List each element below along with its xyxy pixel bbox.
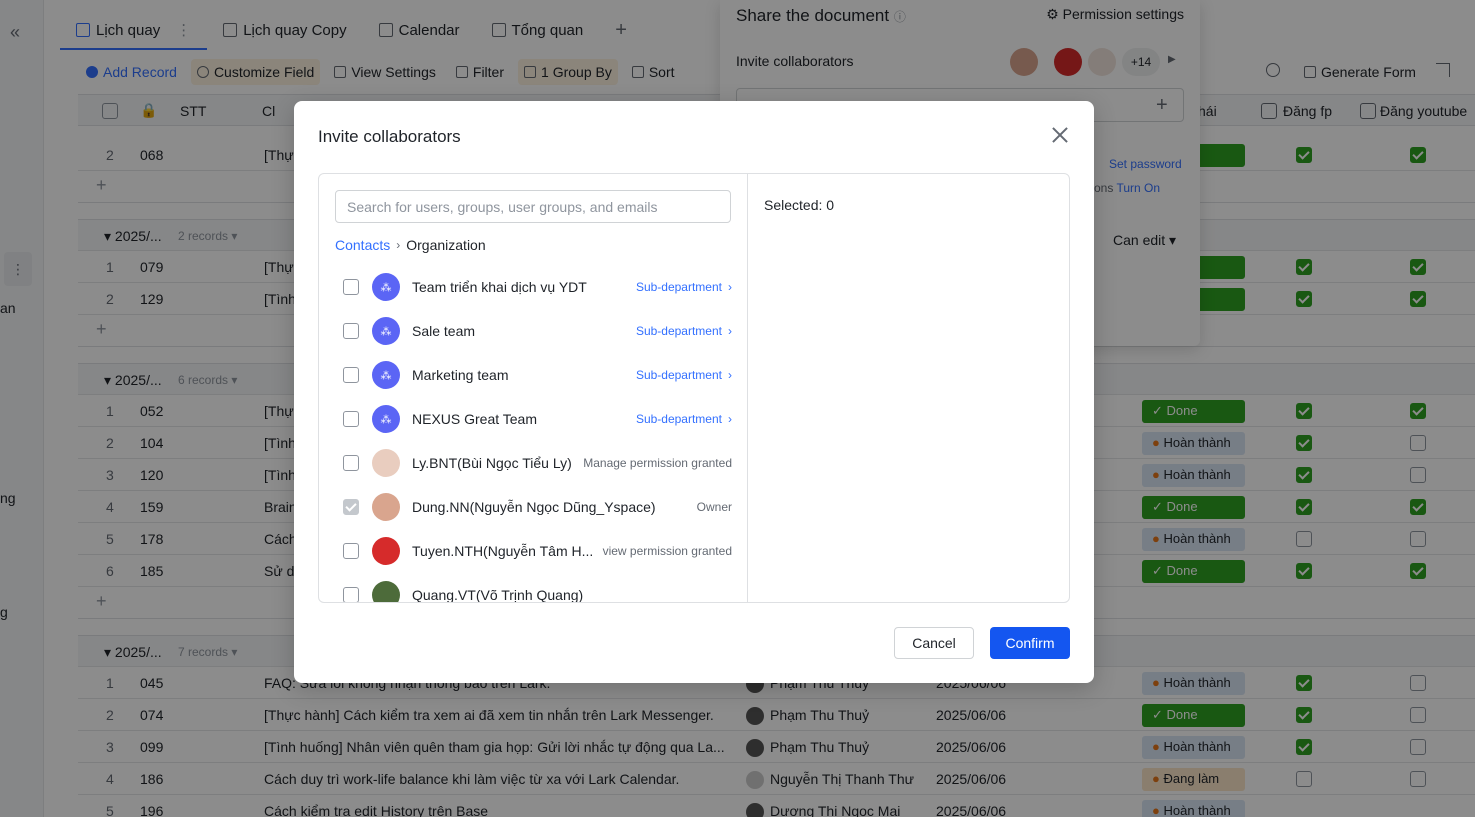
contact-list: Contacts › Organization ⁂ Team triển kha… <box>319 174 748 603</box>
avatar <box>372 449 400 477</box>
item-name: Sale team <box>412 323 476 339</box>
item-checkbox[interactable] <box>343 587 359 602</box>
sub-department-label: Sub-department <box>635 280 722 294</box>
search-input[interactable] <box>335 190 731 223</box>
chevron-right-icon: › <box>728 324 732 338</box>
selected-count: Selected: 0 <box>764 197 835 213</box>
item-checkbox[interactable] <box>343 455 359 471</box>
breadcrumb: Contacts › Organization <box>335 237 486 253</box>
item-checkbox[interactable] <box>343 367 359 383</box>
list-item[interactable]: Ly.BNT(Bùi Ngọc Tiểu Ly) Manage permissi… <box>319 441 748 485</box>
item-name: NEXUS Great Team <box>412 411 538 427</box>
sub-department-link[interactable]: Sub-department › <box>636 368 732 382</box>
sub-department-link[interactable]: Sub-department › <box>636 412 732 426</box>
sub-department-link[interactable]: Sub-department › <box>636 280 732 294</box>
chevron-right-icon: › <box>728 280 732 294</box>
item-name: Marketing team <box>412 367 509 383</box>
breadcrumb-organization: Organization <box>406 237 486 253</box>
list-item[interactable]: Quang.VT(Võ Trịnh Quang) <box>319 573 748 603</box>
department-icon: ⁂ <box>372 405 400 433</box>
chevron-right-icon: › <box>728 368 732 382</box>
permission-tag: view permission granted <box>602 544 732 558</box>
picker-panel: Contacts › Organization ⁂ Team triển kha… <box>318 173 1070 603</box>
item-name: Tuyen.NTH(Nguyễn Tâm H... <box>412 543 594 559</box>
chevron-right-icon: › <box>728 412 732 426</box>
department-icon: ⁂ <box>372 317 400 345</box>
department-icon: ⁂ <box>372 361 400 389</box>
list-item[interactable]: Tuyen.NTH(Nguyễn Tâm H... view permissio… <box>319 529 748 573</box>
owner-tag: Owner <box>696 500 732 514</box>
invite-collaborators-dialog: Invite collaborators Contacts › Organiza… <box>294 101 1094 683</box>
sub-department-label: Sub-department <box>635 324 722 338</box>
permission-tag: Manage permission granted <box>583 456 732 470</box>
list-item[interactable]: ⁂ NEXUS Great Team Sub-department › <box>319 397 748 441</box>
item-checkbox[interactable] <box>343 323 359 339</box>
item-checkbox[interactable] <box>343 543 359 559</box>
item-checkbox <box>343 499 359 515</box>
list-item[interactable]: ⁂ Team triển khai dịch vụ YDT Sub-depart… <box>319 265 748 309</box>
avatar <box>372 537 400 565</box>
item-checkbox[interactable] <box>343 411 359 427</box>
avatar <box>372 581 400 602</box>
dialog-title: Invite collaborators <box>318 127 461 146</box>
breadcrumb-contacts[interactable]: Contacts <box>335 237 390 253</box>
item-name: Team triển khai dịch vụ YDT <box>412 279 587 295</box>
sub-department-link[interactable]: Sub-department › <box>636 324 732 338</box>
confirm-button[interactable]: Confirm <box>990 627 1070 659</box>
list-item: Dung.NN(Nguyễn Ngọc Dũng_Yspace) Owner <box>319 485 748 529</box>
item-name: Ly.BNT(Bùi Ngọc Tiểu Ly) <box>412 455 572 471</box>
list-item[interactable]: ⁂ Marketing team Sub-department › <box>319 353 748 397</box>
item-name: Dung.NN(Nguyễn Ngọc Dũng_Yspace) <box>412 499 656 515</box>
chevron-right-icon: › <box>396 238 401 252</box>
selected-list: Selected: 0 <box>749 174 1069 602</box>
sub-department-label: Sub-department <box>635 412 722 426</box>
item-checkbox[interactable] <box>343 279 359 295</box>
department-icon: ⁂ <box>372 273 400 301</box>
cancel-button[interactable]: Cancel <box>894 627 974 659</box>
avatar <box>372 493 400 521</box>
close-icon[interactable] <box>1050 125 1070 145</box>
list-item[interactable]: ⁂ Sale team Sub-department › <box>319 309 748 353</box>
item-name: Quang.VT(Võ Trịnh Quang) <box>412 587 584 603</box>
sub-department-label: Sub-department <box>635 368 722 382</box>
